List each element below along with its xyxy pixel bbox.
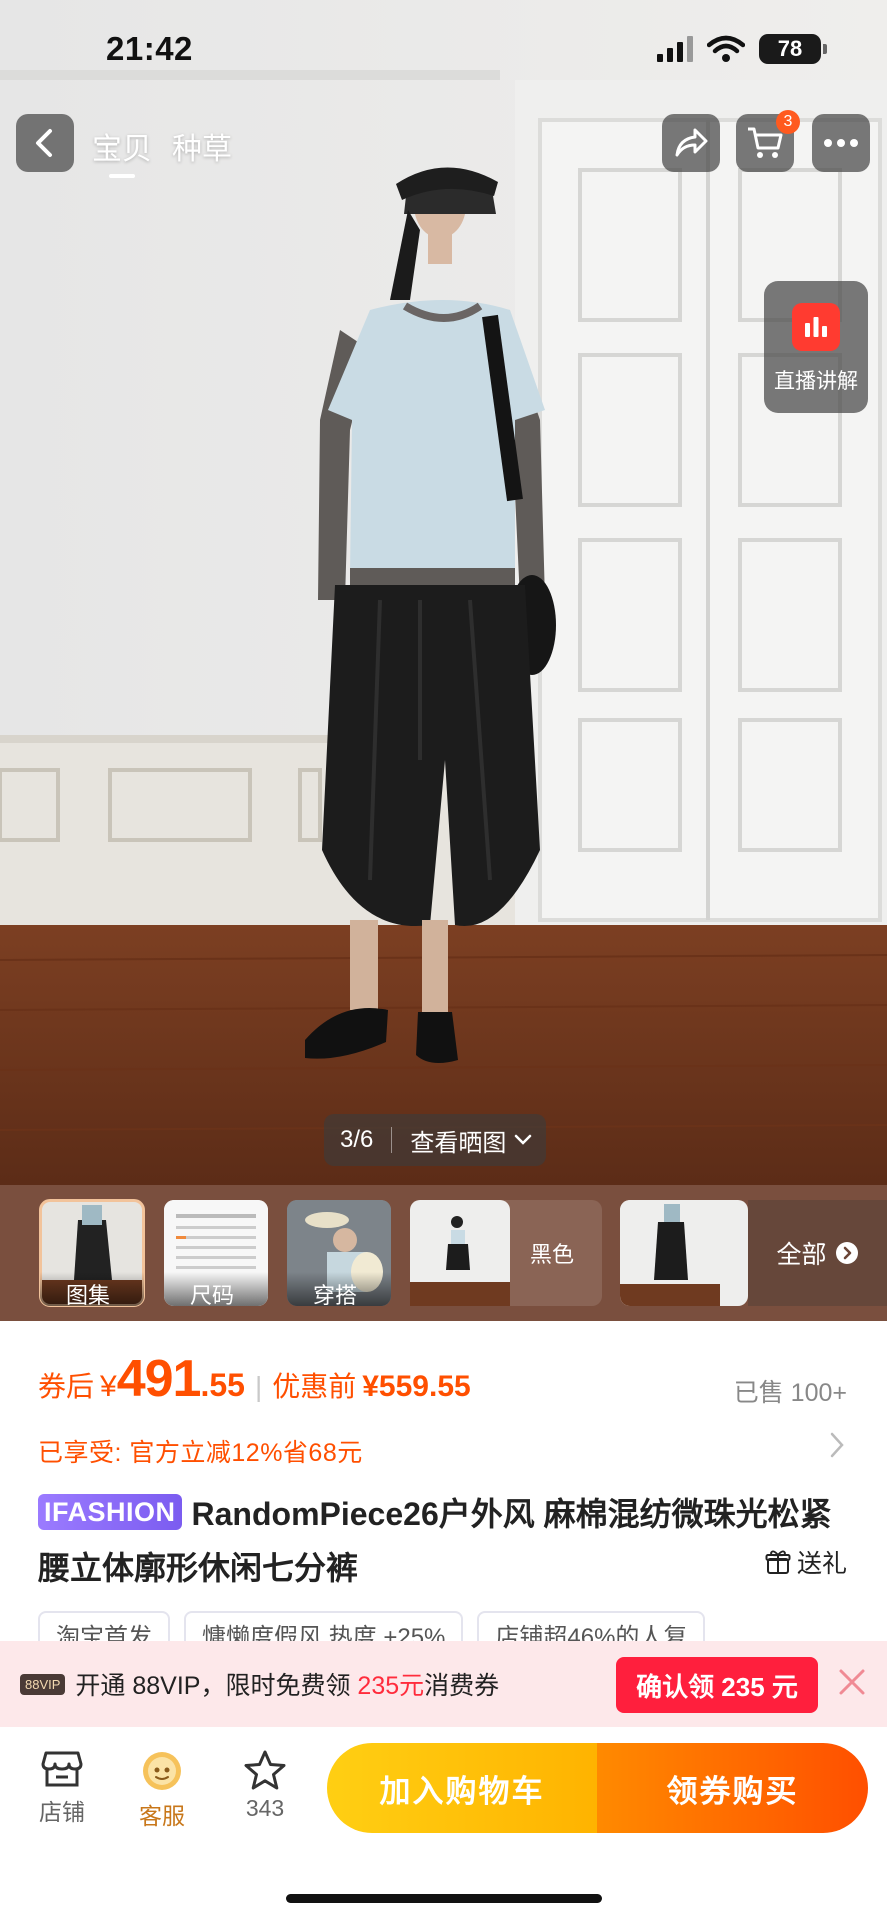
- shop-icon: [41, 1751, 83, 1787]
- view-photos-label: 查看晒图: [410, 1129, 507, 1157]
- live-bars-icon: [792, 303, 840, 351]
- thumb-gallery[interactable]: 图集: [39, 1199, 145, 1307]
- thumb-next-image: [620, 1200, 720, 1306]
- share-icon: [675, 128, 708, 157]
- vip-text-suffix: 消费券: [424, 1672, 500, 1700]
- thumb-color-next[interactable]: [620, 1200, 748, 1306]
- price-divider: |: [254, 1371, 263, 1402]
- sold-count: 已售 100+: [733, 1379, 847, 1407]
- customer-service-icon: [143, 1752, 181, 1790]
- favorite-count: 343: [245, 1795, 285, 1821]
- customer-service-button[interactable]: 客服: [122, 1749, 202, 1831]
- all-label: 全部: [776, 1241, 827, 1269]
- live-explain-button[interactable]: 直播讲解: [764, 281, 868, 413]
- buy-with-coupon-button[interactable]: 领券购买: [597, 1743, 868, 1833]
- thumb-outfit-label: 穿搭: [287, 1272, 391, 1306]
- promo-applied[interactable]: 已享受: 官方立减12%省68元: [38, 1433, 363, 1469]
- view-reviews-photos[interactable]: 查看晒图: [392, 1123, 546, 1158]
- chevron-down-icon: [515, 1134, 532, 1145]
- cart-icon: [748, 127, 783, 158]
- chevron-right-icon[interactable]: [829, 1431, 845, 1459]
- tab-product[interactable]: 宝贝: [92, 124, 152, 178]
- star-icon: [244, 1750, 286, 1790]
- cart-button[interactable]: 3: [736, 110, 800, 172]
- signal-icon: [657, 36, 693, 62]
- status-time: 21:42: [106, 30, 193, 67]
- live-explain-label: 直播讲解: [774, 370, 858, 393]
- product-title-block: IFASHION RandomPiece26户外风 麻棉混纺微珠光松紧腰立体廓形休…: [38, 1487, 858, 1595]
- gift-icon: [765, 1550, 791, 1574]
- add-to-cart-button[interactable]: 加入购物车: [327, 1743, 597, 1833]
- chevron-left-icon: [36, 129, 52, 157]
- gift-label: 送礼: [796, 1550, 847, 1578]
- share-button[interactable]: [662, 114, 720, 172]
- status-icons: 78: [657, 34, 827, 64]
- vip-badge: 88VIP: [20, 1673, 66, 1695]
- price-integer: 491: [116, 1350, 202, 1408]
- gift-button[interactable]: 送礼: [764, 1544, 847, 1580]
- arrow-right-circle-icon: [835, 1242, 858, 1264]
- vip-banner: 88VIP 开通 88VIP，限时免费领 235元消费券 确认领 235 元: [0, 1641, 887, 1727]
- top-tabs: 宝贝 种草: [92, 124, 232, 178]
- image-index: 3/6: [324, 1127, 393, 1153]
- wifi-icon: [707, 35, 745, 62]
- vip-text-prefix: 开通 88VIP，限时免费领: [75, 1672, 358, 1700]
- thumb-size-chart[interactable]: 尺码: [164, 1200, 268, 1306]
- all-images-button[interactable]: 全部: [748, 1200, 887, 1306]
- vip-amount: 235元: [357, 1672, 425, 1700]
- image-counter[interactable]: 3/6 查看晒图: [324, 1114, 547, 1166]
- close-icon[interactable]: [837, 1667, 867, 1697]
- currency-symbol: ¥: [100, 1370, 117, 1403]
- color-label: 黑色: [530, 1242, 575, 1267]
- battery-icon: 78: [759, 34, 827, 64]
- after-coupon-label: 券后: [38, 1371, 95, 1402]
- favorite-button[interactable]: 343: [225, 1749, 305, 1822]
- thumb-color-black[interactable]: 黑色: [410, 1200, 602, 1306]
- claim-coupon-button[interactable]: 确认领 235 元: [616, 1657, 818, 1713]
- cart-count-badge: 3: [776, 110, 800, 134]
- vip-text: 开通 88VIP，限时免费领 235元消费券: [75, 1666, 499, 1702]
- back-button[interactable]: [16, 114, 74, 172]
- price-row: 券后 ¥ 491 .55 | 优惠前 ¥559.55: [38, 1349, 471, 1409]
- shop-label: 店铺: [39, 1799, 85, 1825]
- more-button[interactable]: [812, 114, 870, 172]
- tab-recommend[interactable]: 种草: [172, 124, 232, 178]
- thumb-color-image: [410, 1200, 510, 1306]
- product-main-image[interactable]: 21:42 78 宝贝 种草 3 直播讲解 3/6 查看晒图: [0, 0, 887, 1185]
- thumb-outfit[interactable]: 穿搭: [287, 1200, 391, 1306]
- more-dots-icon: [824, 139, 858, 147]
- home-indicator: [286, 1894, 602, 1903]
- thumb-gallery-label: 图集: [40, 1272, 144, 1306]
- service-label: 客服: [139, 1803, 185, 1829]
- brand-badge: IFASHION: [38, 1494, 182, 1530]
- before-discount-label: 优惠前: [272, 1371, 357, 1402]
- before-discount-price: ¥559.55: [362, 1370, 471, 1403]
- shop-button[interactable]: 店铺: [22, 1749, 102, 1827]
- thumb-size-label: 尺码: [164, 1272, 268, 1306]
- thumbnail-strip: 图集 尺码 穿搭 黑色 全部: [0, 1185, 887, 1321]
- product-info: 券后 ¥ 491 .55 | 优惠前 ¥559.55 已售 100+ 已享受: …: [0, 1321, 887, 1651]
- bottom-action-bar: 店铺 客服 343 加入购物车 领券购买: [0, 1727, 887, 1920]
- price-decimal: .55: [200, 1367, 245, 1403]
